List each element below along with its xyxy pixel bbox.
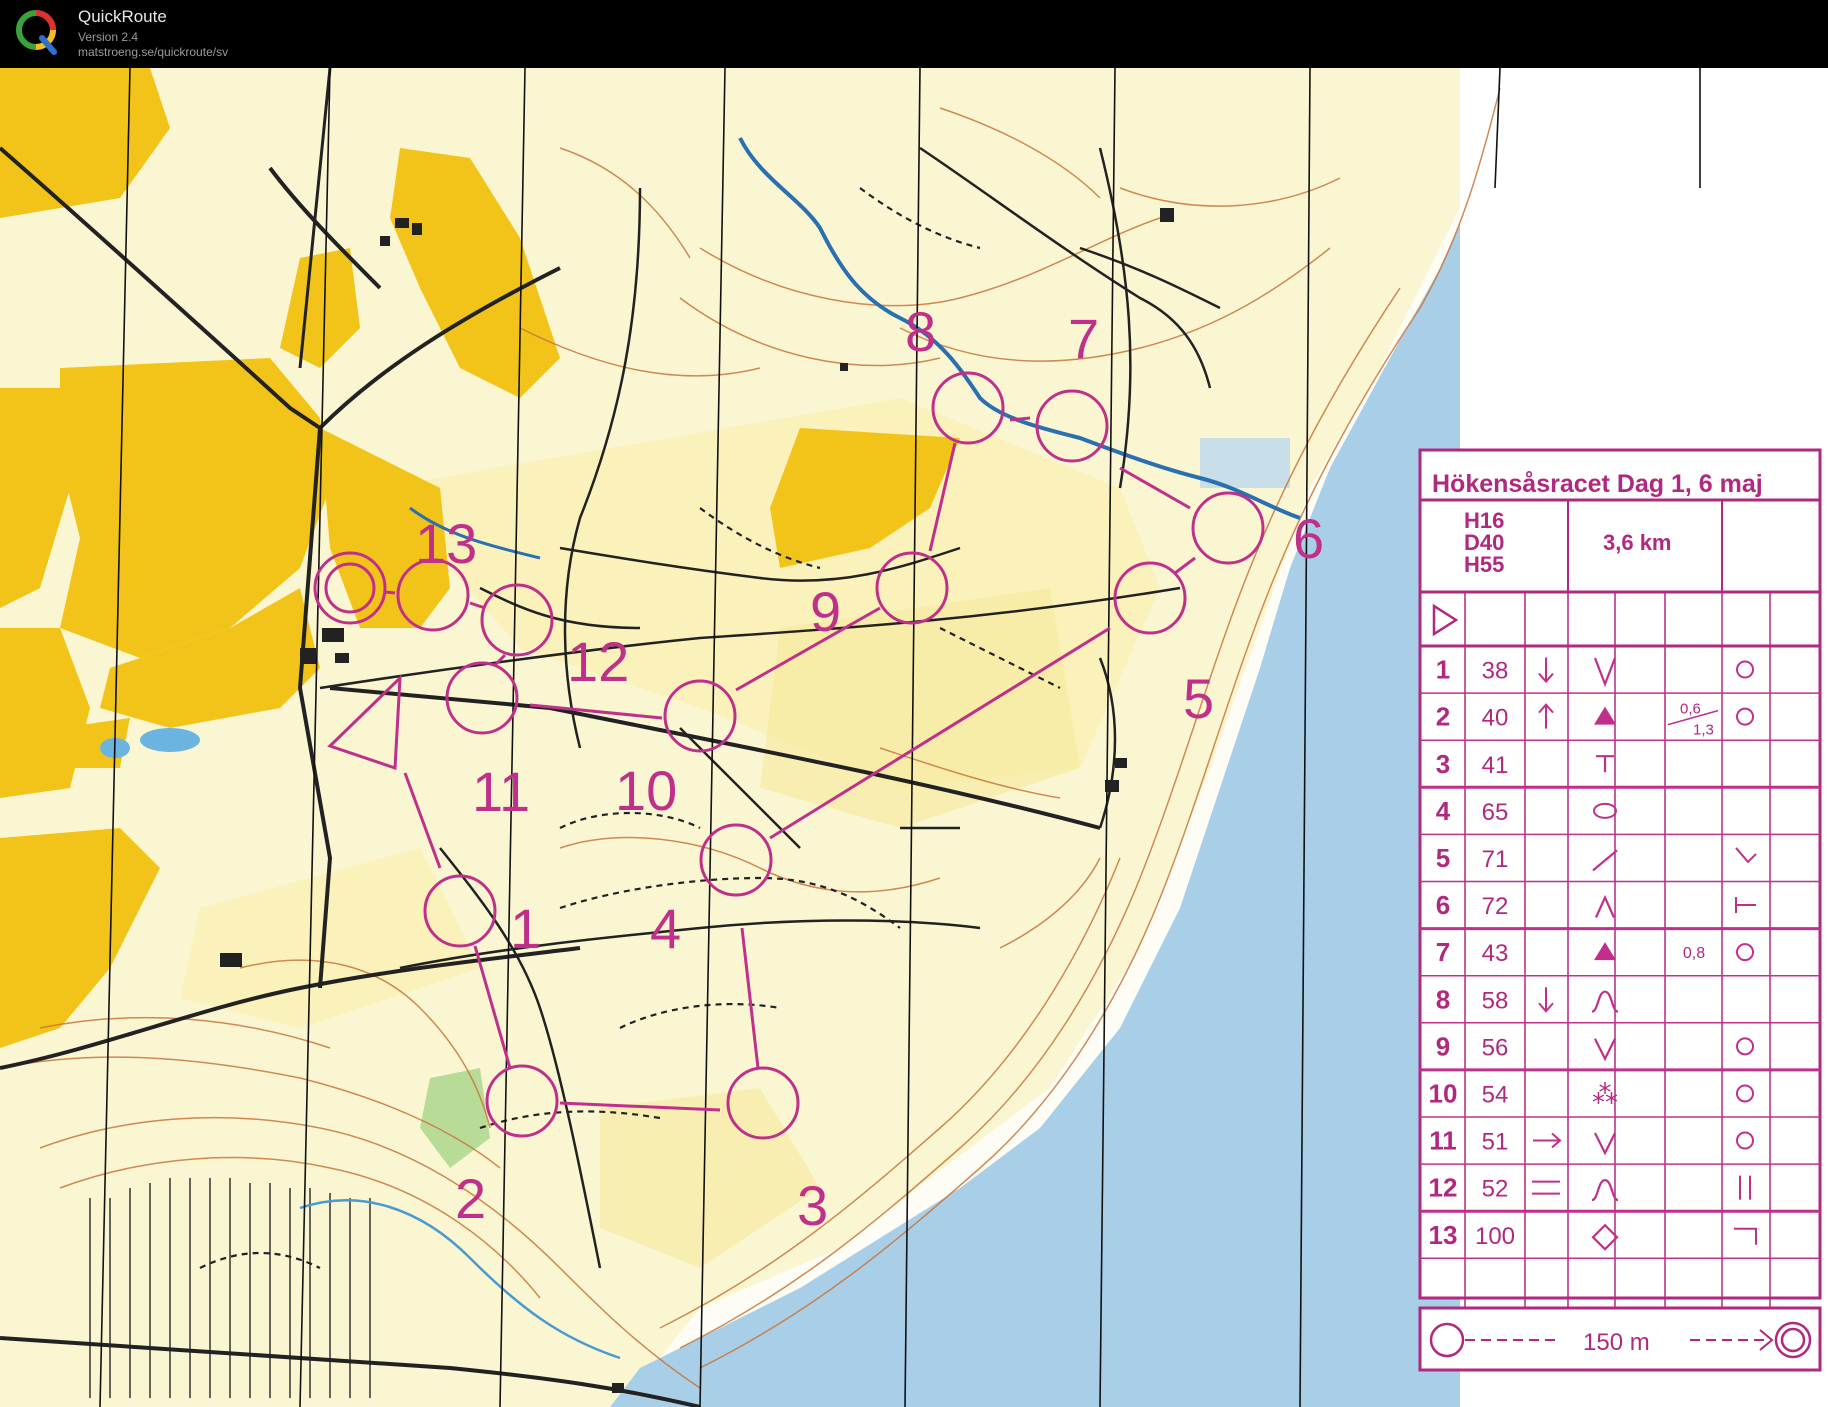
control-label-3: 3 — [797, 1174, 828, 1237]
control-label-9: 9 — [810, 580, 841, 643]
app-title-bar: QuickRoute Version 2.4 matstroeng.se/qui… — [0, 0, 1828, 66]
control-label-7: 7 — [1068, 307, 1099, 370]
control-number: 13 — [1429, 1220, 1458, 1250]
control-code: 43 — [1482, 940, 1509, 967]
control-label-2: 2 — [455, 1167, 486, 1230]
quickroute-logo-icon — [16, 10, 57, 55]
control-code: 56 — [1482, 1034, 1509, 1061]
control-label-12: 12 — [567, 630, 629, 693]
course-length: 3,6 km — [1603, 530, 1672, 555]
control-number: 4 — [1436, 796, 1451, 826]
control-number: 2 — [1436, 702, 1450, 732]
scale-distance: 150 m — [1583, 1329, 1650, 1356]
leg-distance-a: 0,6 — [1680, 701, 1701, 718]
control-number: 5 — [1436, 843, 1450, 873]
control-label-10: 10 — [615, 759, 677, 822]
control-code: 38 — [1482, 658, 1509, 685]
app-version: Version 2.4 — [78, 30, 139, 44]
control-label-13: 13 — [415, 512, 477, 575]
control-code: 71 — [1482, 846, 1509, 873]
control-label-5: 5 — [1183, 667, 1214, 730]
control-code: 40 — [1482, 705, 1509, 732]
control-label-6: 6 — [1293, 507, 1324, 570]
thicket-icon: ⁂ — [1592, 1079, 1618, 1109]
control-number: 12 — [1429, 1173, 1458, 1203]
control-description-sheet: Hökensåsracet Dag 1, 6 maj H16 D40 H55 3… — [1418, 448, 1822, 1372]
control-number: 3 — [1436, 749, 1450, 779]
control-code: 51 — [1482, 1129, 1509, 1156]
course-title: Hökensåsracet Dag 1, 6 maj — [1432, 470, 1763, 498]
class-3: H55 — [1464, 552, 1504, 577]
control-number: 1 — [1436, 655, 1450, 685]
control-code: 72 — [1482, 893, 1509, 920]
app-url: matstroeng.se/quickroute/sv — [78, 45, 229, 59]
leg-distance: 0,8 — [1683, 945, 1705, 962]
control-number: 7 — [1436, 937, 1450, 967]
control-number: 10 — [1429, 1078, 1458, 1108]
control-number: 11 — [1429, 1126, 1457, 1156]
control-number: 8 — [1436, 984, 1450, 1014]
leg-distance-b: 1,3 — [1693, 722, 1714, 739]
app-name: QuickRoute — [78, 7, 167, 26]
control-code: 100 — [1475, 1223, 1515, 1250]
control-label-1: 1 — [510, 897, 541, 960]
control-code: 41 — [1482, 752, 1509, 779]
orienteering-map[interactable]: 1 2 3 4 5 6 7 8 9 10 11 12 13 Hökensåsra… — [0, 68, 1828, 1407]
control-label-11: 11 — [472, 760, 530, 823]
control-label-8: 8 — [905, 300, 936, 363]
map-canvas: 1 2 3 4 5 6 7 8 9 10 11 12 13 Hökensåsra… — [0, 68, 1828, 1407]
control-number: 9 — [1436, 1031, 1450, 1061]
control-code: 65 — [1482, 799, 1509, 826]
control-code: 58 — [1482, 987, 1509, 1014]
control-code: 54 — [1482, 1081, 1509, 1108]
control-number: 6 — [1436, 890, 1450, 920]
control-label-4: 4 — [650, 897, 681, 960]
control-code: 52 — [1482, 1176, 1509, 1203]
